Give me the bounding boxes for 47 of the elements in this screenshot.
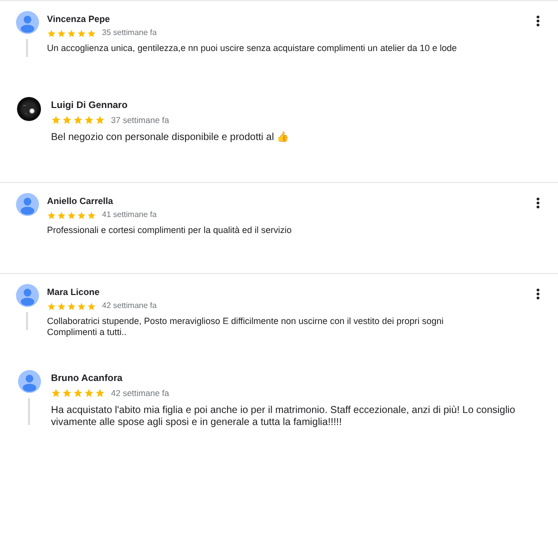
review-text: Professionali e cortesi complimenti per la qualità ed il servizio: [47, 225, 293, 236]
review-text: Bel negozio con personale disponibile e prodotti al 👍: [51, 132, 290, 144]
star-icon: [62, 115, 72, 125]
star-icon: [95, 115, 105, 125]
star-icon: [47, 28, 56, 38]
star-icon: [77, 302, 86, 310]
star-icon: [73, 115, 83, 125]
star-icon: [73, 388, 83, 398]
star-icon: [67, 28, 76, 38]
star-icon: [51, 388, 61, 398]
menu-icon: [536, 288, 540, 300]
review-text: Ha acquistato l'abito mia figlia e poi anche io per il matrimonio. Staff eccezionale, anzi di più! Lo consiglio vivamente alle spose agli sposi e in generale a tutta la famiglia!!!!!: [51, 405, 516, 429]
reviewer-name: Mara Licone: [47, 286, 101, 299]
star-icon: [57, 28, 66, 38]
star-icon: [77, 210, 86, 220]
star-icon: [84, 388, 94, 398]
star-icon: [51, 115, 61, 125]
star-icon: [95, 388, 105, 398]
review-text: Collaboratrici stupende, Posto meraviglioso E difficilmente non uscirne con il vestito dei propri sogni Complimenti a tutti..: [47, 316, 445, 338]
star-icon: [47, 302, 56, 310]
star-icon: [47, 210, 56, 220]
avatar-icon: [18, 370, 40, 393]
review-time: 41 settimane fa: [102, 209, 157, 221]
reviewer-name: Luigi Di Gennaro: [51, 99, 129, 113]
review-text: Un accoglienza unica, gentilezza,e nn puoi uscire senza acquistare complimenti un atelier da 10 e lode: [47, 43, 458, 54]
review-time: 42 settimane fa: [102, 300, 157, 312]
avatar-icon: [16, 193, 38, 216]
menu-icon: [536, 197, 540, 209]
reviewer-name: Bruno Acanfora: [51, 372, 124, 386]
star-icon: [67, 302, 76, 310]
review-time: 37 settimane fa: [111, 114, 170, 126]
star-icon: [57, 302, 66, 310]
star-icon: [84, 115, 94, 125]
star-icon: [87, 210, 96, 220]
star-icon: [77, 28, 86, 38]
star-icon: [87, 28, 96, 38]
reviewer-name: Aniello Carrella: [47, 195, 114, 208]
menu-icon: [536, 15, 540, 27]
star-icon: [57, 210, 66, 220]
star-icon: [67, 210, 76, 220]
avatar-icon: [16, 284, 38, 307]
star-icon: [62, 388, 72, 398]
star-icon: [87, 302, 96, 310]
reviewer-name: Vincenza Pepe: [47, 13, 111, 26]
review-time: 35 settimane fa: [102, 27, 157, 39]
avatar-icon: [16, 11, 38, 34]
review-time: 42 settimane fa: [111, 387, 170, 399]
